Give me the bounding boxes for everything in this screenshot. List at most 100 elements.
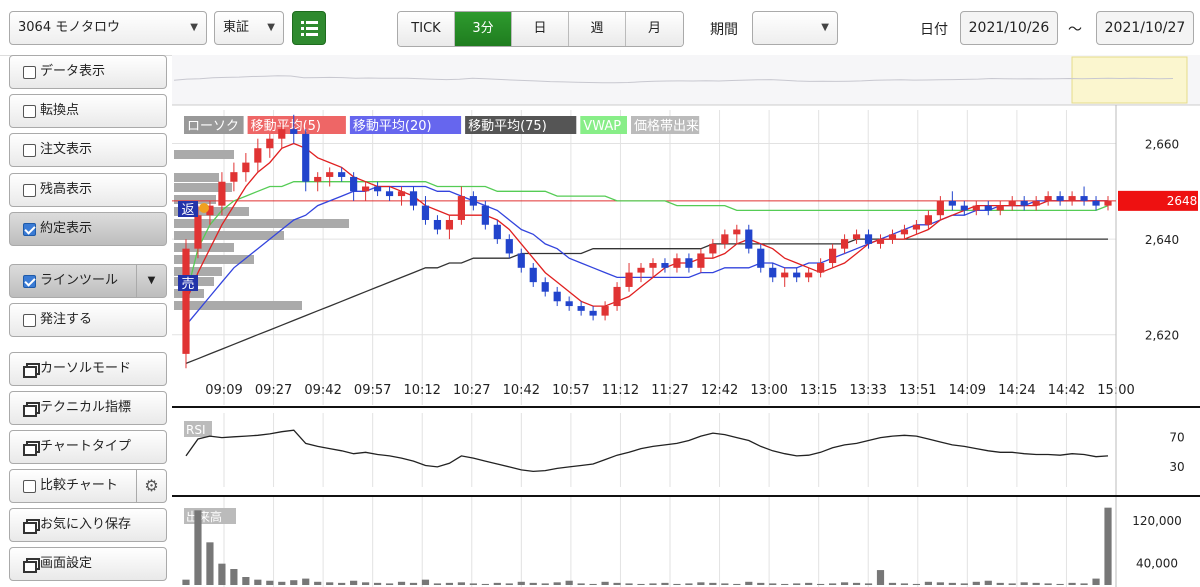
date-to-field[interactable]: 2021/10/27 bbox=[1096, 11, 1194, 45]
checkbox[interactable] bbox=[23, 66, 36, 79]
checkbox[interactable] bbox=[23, 184, 36, 197]
exchange-select[interactable]: 東証 ▼ bbox=[214, 11, 284, 45]
volume-bar bbox=[278, 581, 286, 585]
volume-bar bbox=[613, 582, 621, 585]
candle-body bbox=[912, 224, 921, 230]
sidebar-item-12[interactable]: 画面設定 bbox=[9, 547, 167, 581]
volume-bar bbox=[326, 582, 334, 585]
x-tick-label: 10:57 bbox=[552, 383, 589, 398]
candle-body bbox=[1080, 196, 1088, 201]
candle-body bbox=[649, 263, 657, 268]
candle-body bbox=[326, 172, 334, 177]
toolbar: 3064 モノタロウ ▼ 東証 ▼ TICK 3分日週月 期間 ▼ 日付 2021… bbox=[0, 0, 1200, 56]
checkbox[interactable] bbox=[23, 314, 36, 327]
volume-bar bbox=[805, 582, 813, 585]
y-tick-label: 2,620 bbox=[1145, 329, 1179, 343]
sidebar-item-8[interactable]: テクニカル指標 bbox=[9, 391, 167, 425]
candle-body bbox=[685, 258, 693, 268]
volume-profile-bar bbox=[174, 173, 219, 182]
candle-body bbox=[1104, 200, 1112, 206]
window-icon bbox=[23, 441, 40, 456]
volume-bar bbox=[362, 582, 370, 585]
volume-bar bbox=[817, 583, 825, 585]
sidebar-item-label: 転換点 bbox=[40, 103, 80, 118]
period-select[interactable]: ▼ bbox=[752, 11, 838, 45]
candle-body bbox=[194, 215, 202, 249]
sidebar-item-3[interactable]: 残高表示 bbox=[9, 173, 167, 207]
sidebar-item-0[interactable]: データ表示 bbox=[9, 55, 167, 89]
timeframe-tab-0[interactable]: TICK bbox=[398, 12, 455, 46]
legend-label: 価格帯出来 bbox=[634, 118, 699, 134]
volume-bar bbox=[517, 581, 525, 585]
candle-body bbox=[900, 229, 909, 235]
x-tick-label: 09:09 bbox=[205, 383, 242, 398]
x-tick-label: 13:33 bbox=[849, 383, 886, 398]
volume-bar bbox=[900, 583, 909, 585]
chevron-down-icon: ▼ bbox=[821, 22, 829, 33]
candle-body bbox=[481, 205, 489, 225]
sidebar-item-9[interactable]: チャートタイプ bbox=[9, 430, 167, 464]
volume-bar bbox=[541, 583, 549, 585]
candle-body bbox=[625, 272, 633, 287]
sidebar-item-10[interactable]: 比較チャート ⚙ bbox=[9, 469, 167, 503]
volume-bar bbox=[409, 582, 418, 585]
sidebar-item-11[interactable]: お気に入り保存 bbox=[9, 508, 167, 542]
date-from-field[interactable]: 2021/10/26 bbox=[960, 11, 1058, 45]
volume-bar bbox=[1092, 578, 1100, 585]
checkbox[interactable] bbox=[23, 105, 36, 118]
date-separator: ～ bbox=[1068, 22, 1082, 38]
candle-body bbox=[433, 219, 442, 230]
timeframe-tab-4[interactable]: 月 bbox=[626, 12, 683, 46]
x-tick-label: 12:42 bbox=[701, 383, 738, 398]
x-tick-label: 13:00 bbox=[750, 383, 787, 398]
sidebar-item-label: 発注する bbox=[40, 312, 93, 327]
candle-body bbox=[517, 253, 525, 268]
volume-bar bbox=[577, 583, 585, 585]
volume-bar bbox=[589, 583, 597, 585]
candle-body bbox=[661, 263, 669, 268]
sidebar-item-4[interactable]: 約定表示 bbox=[9, 212, 167, 246]
timeframe-tab-3[interactable]: 週 bbox=[569, 12, 626, 46]
list-view-button[interactable] bbox=[292, 11, 326, 45]
symbol-select[interactable]: 3064 モノタロウ ▼ bbox=[9, 11, 207, 45]
symbol-select-value: 3064 モノタロウ bbox=[18, 20, 120, 35]
volume-bar bbox=[661, 582, 669, 585]
volume-bar bbox=[852, 582, 861, 585]
volume-bar bbox=[254, 579, 262, 585]
candle-body bbox=[721, 234, 729, 244]
sidebar-item-2[interactable]: 注文表示 bbox=[9, 133, 167, 167]
sidebar-item-1[interactable]: 転換点 bbox=[9, 94, 167, 128]
checkbox[interactable] bbox=[23, 480, 36, 493]
candle-body bbox=[601, 306, 609, 316]
candle-body bbox=[230, 172, 238, 182]
checkbox[interactable] bbox=[23, 223, 36, 236]
current-price-label: 2648 bbox=[1167, 194, 1198, 208]
candle-body bbox=[960, 205, 968, 211]
sidebar-item-7[interactable]: カーソルモード bbox=[9, 352, 167, 386]
volume-bar bbox=[481, 583, 489, 585]
volume-bar bbox=[433, 583, 442, 585]
checkbox[interactable] bbox=[23, 275, 36, 288]
volume-bar bbox=[840, 582, 849, 585]
volume-bar bbox=[266, 580, 274, 585]
timeframe-tab-2[interactable]: 日 bbox=[512, 12, 569, 46]
candle-body bbox=[338, 172, 346, 177]
candle-body bbox=[553, 291, 561, 302]
checkbox[interactable] bbox=[23, 144, 36, 157]
candle-body bbox=[733, 229, 741, 235]
candle-body bbox=[948, 200, 956, 206]
candle-body bbox=[290, 129, 298, 134]
gear-icon[interactable]: ⚙ bbox=[136, 470, 166, 502]
chevron-down-icon[interactable]: ▼ bbox=[136, 265, 166, 297]
candle-body bbox=[864, 234, 873, 244]
sidebar-item-6[interactable]: 発注する bbox=[9, 303, 167, 337]
timeframe-tab-1[interactable]: 3分 bbox=[455, 12, 512, 46]
candle-body bbox=[1020, 200, 1028, 206]
candle-body bbox=[924, 215, 932, 225]
price-chart[interactable]: 09:09 09:27 09:42 09:57 10:12 10:27 10:42 10:57… bbox=[172, 55, 1200, 587]
chart-area[interactable]: 09:09 09:27 09:42 09:57 10:12 10:27 10:42 10:57… bbox=[172, 55, 1200, 587]
sidebar-item-5[interactable]: ラインツール ▼ bbox=[9, 264, 167, 298]
candle-body bbox=[577, 306, 585, 311]
window-icon bbox=[23, 363, 40, 378]
volume-bar bbox=[924, 581, 932, 585]
